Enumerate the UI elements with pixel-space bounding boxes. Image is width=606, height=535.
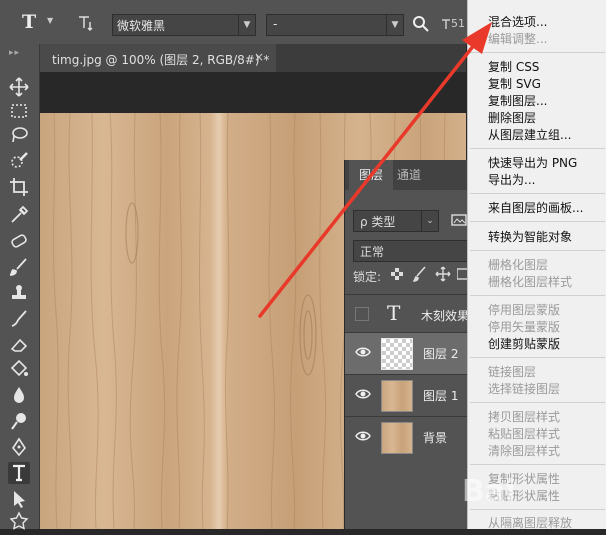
- menu-separator: [470, 402, 605, 403]
- marquee-tool-icon[interactable]: [8, 100, 30, 122]
- brush-tool-icon[interactable]: [8, 256, 30, 278]
- layer-name[interactable]: 背景: [423, 429, 447, 446]
- layer-row[interactable]: 图层 1: [345, 374, 469, 417]
- menu-item-edit-adjustment[interactable]: 编辑调整...: [488, 31, 547, 47]
- move-tool-icon[interactable]: [8, 76, 30, 98]
- menu-separator: [470, 509, 605, 510]
- pasteboard: [40, 72, 466, 113]
- lasso-tool-icon[interactable]: [8, 124, 30, 146]
- layer-name[interactable]: 木刻效果: [421, 307, 469, 324]
- paint-bucket-tool-icon[interactable]: [8, 358, 30, 380]
- watermark-logo: Bai: [462, 474, 516, 509]
- layer-name[interactable]: 图层 2: [423, 345, 458, 362]
- eye-icon[interactable]: [355, 429, 371, 443]
- menu-separator: [470, 464, 605, 465]
- menu-separator: [470, 295, 605, 296]
- menu-item-quick-export-png[interactable]: 快速导出为 PNG: [488, 155, 577, 171]
- clone-stamp-tool-icon[interactable]: [8, 282, 30, 304]
- crop-tool-icon[interactable]: [8, 176, 30, 198]
- close-icon[interactable]: ×: [254, 50, 264, 64]
- layer-filter-select[interactable]: ρ 类型 ⌄: [353, 210, 439, 232]
- layer-row-text[interactable]: T 木刻效果: [345, 294, 469, 333]
- tools-panel: ▸▸: [0, 44, 40, 530]
- menu-item-duplicate-layer[interactable]: 复制图层...: [488, 93, 547, 109]
- menu-item-delete-layer[interactable]: 删除图层: [488, 110, 536, 126]
- document-tab-title: timg.jpg @ 100% (图层 2, RGB/8#) *: [52, 53, 270, 67]
- menu-separator: [470, 193, 605, 194]
- font-size-field[interactable]: 51: [441, 14, 465, 34]
- chevron-down-icon[interactable]: ⌄: [421, 211, 438, 231]
- menu-item-group-from-layers[interactable]: 从图层建立组...: [488, 127, 571, 143]
- layer-thumbnail-wood: [381, 380, 413, 412]
- eyedropper-tool-icon[interactable]: [8, 204, 30, 226]
- search-icon[interactable]: [412, 15, 430, 33]
- font-family-value: 微软雅黑: [117, 19, 166, 33]
- menu-item-rasterize-layer-style[interactable]: 栅格化图层样式: [488, 274, 572, 290]
- layer-name[interactable]: 图层 1: [423, 387, 458, 404]
- menu-separator: [470, 357, 605, 358]
- blur-tool-icon[interactable]: [8, 384, 30, 406]
- chevron-down-icon[interactable]: ▼: [238, 15, 255, 35]
- font-style-value: -: [273, 17, 278, 31]
- layers-panel-tabs: 图层 通道: [345, 160, 469, 190]
- menu-separator: [470, 221, 605, 222]
- blend-mode-value: 正常: [360, 245, 385, 259]
- type-tool-icon[interactable]: [8, 462, 30, 484]
- layer-row-selected[interactable]: 图层 2: [345, 332, 469, 375]
- menu-item-clear-layer-style[interactable]: 清除图层样式: [488, 443, 560, 459]
- blend-mode-select[interactable]: 正常: [353, 240, 471, 262]
- image-filter-icon[interactable]: [451, 212, 467, 228]
- chevron-down-icon[interactable]: ▼: [386, 15, 403, 35]
- toggle-text-orientation-icon[interactable]: [76, 14, 94, 32]
- lock-transparent-pixels-icon[interactable]: [391, 268, 403, 280]
- menu-item-artboard-from-layers[interactable]: 来自图层的画板...: [488, 200, 583, 216]
- menu-item-link-layers[interactable]: 链接图层: [488, 364, 536, 380]
- menu-item-blending-options[interactable]: 混合选项...: [488, 14, 547, 30]
- menu-separator: [470, 52, 605, 53]
- quick-selection-tool-icon[interactable]: [8, 150, 30, 172]
- dodge-tool-icon[interactable]: [8, 410, 30, 432]
- layer-filter-label: ρ 类型: [360, 215, 396, 229]
- pen-tool-icon[interactable]: [8, 436, 30, 458]
- menu-item-convert-to-smart-object[interactable]: 转换为智能对象: [488, 229, 572, 245]
- history-brush-tool-icon[interactable]: [8, 308, 30, 330]
- document-tab[interactable]: timg.jpg @ 100% (图层 2, RGB/8#) * ×: [40, 44, 276, 72]
- type-tool-preset-icon[interactable]: T: [22, 12, 42, 32]
- menu-item-copy-layer-style[interactable]: 拷贝图层样式: [488, 409, 560, 425]
- layers-panel: 图层 通道 ρ 类型 ⌄ 正常 锁定: T 木刻效果 图层 2 图层 1 背景: [344, 160, 471, 529]
- layer-thumbnail-transparent: [381, 338, 413, 370]
- lock-position-icon[interactable]: [435, 266, 451, 282]
- tab-channels[interactable]: 通道: [397, 160, 431, 190]
- font-style-select[interactable]: - ▼: [266, 14, 404, 36]
- menu-separator: [470, 148, 605, 149]
- text-layer-icon: T: [387, 301, 401, 325]
- eye-icon[interactable]: [355, 387, 371, 401]
- menu-item-disable-layer-mask[interactable]: 停用图层蒙版: [488, 302, 560, 318]
- menu-item-select-linked-layers[interactable]: 选择链接图层: [488, 381, 560, 397]
- menu-item-paste-layer-style[interactable]: 粘贴图层样式: [488, 426, 560, 442]
- eraser-tool-icon[interactable]: [8, 334, 30, 356]
- menu-item-export-as[interactable]: 导出为...: [488, 172, 535, 188]
- layer-context-menu: 混合选项... 编辑调整... 复制 CSS 复制 SVG 复制图层... 删除…: [467, 0, 606, 530]
- panel-grip[interactable]: ▸▸: [9, 48, 20, 58]
- menu-item-create-clipping-mask[interactable]: 创建剪贴蒙版: [488, 336, 560, 352]
- eye-icon[interactable]: [355, 345, 371, 359]
- healing-brush-tool-icon[interactable]: [8, 230, 30, 252]
- layer-thumbnail-wood: [381, 422, 413, 454]
- font-family-select[interactable]: 微软雅黑 ▼: [112, 14, 256, 36]
- menu-item-rasterize-layer[interactable]: 栅格化图层: [488, 257, 548, 273]
- tab-layers[interactable]: 图层: [349, 160, 393, 190]
- menu-item-disable-vector-mask[interactable]: 停用矢量蒙版: [488, 319, 560, 335]
- layer-row-background[interactable]: 背景: [345, 416, 469, 459]
- font-size-value: 51: [451, 17, 465, 30]
- chevron-down-icon[interactable]: ▼: [47, 16, 53, 25]
- visibility-toggle-off[interactable]: [355, 307, 369, 321]
- lock-image-pixels-icon[interactable]: [412, 266, 427, 282]
- lock-label: 锁定:: [353, 270, 382, 284]
- menu-item-copy-css[interactable]: 复制 CSS: [488, 59, 539, 75]
- path-selection-tool-icon[interactable]: [8, 488, 30, 510]
- menu-item-copy-svg[interactable]: 复制 SVG: [488, 76, 541, 92]
- menu-separator: [470, 250, 605, 251]
